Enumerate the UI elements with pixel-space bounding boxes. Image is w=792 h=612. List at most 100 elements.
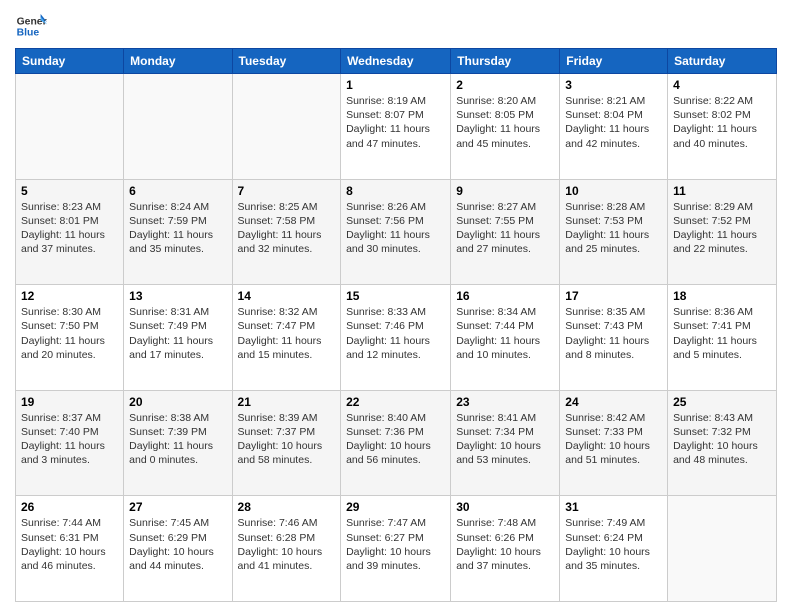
day-number: 11: [673, 184, 771, 198]
logo: General Blue: [15, 10, 47, 42]
week-row-2: 5Sunrise: 8:23 AM Sunset: 8:01 PM Daylig…: [16, 179, 777, 285]
weekday-header-tuesday: Tuesday: [232, 49, 341, 74]
calendar-cell: 29Sunrise: 7:47 AM Sunset: 6:27 PM Dayli…: [341, 496, 451, 602]
calendar-cell: 2 Sunrise: 8:20 AM Sunset: 8:05 PM Daylig…: [451, 74, 560, 180]
weekday-header-wednesday: Wednesday: [341, 49, 451, 74]
day-info: Sunrise: 8:28 AM Sunset: 7:53 PM Dayligh…: [565, 200, 662, 257]
day-number: 16: [456, 289, 554, 303]
calendar-cell: 7 Sunrise: 8:25 AM Sunset: 7:58 PM Daylig…: [232, 179, 341, 285]
day-info: Sunrise: 7:45 AM Sunset: 6:29 PM Dayligh…: [129, 516, 226, 573]
day-info: Sunrise: 8:27 AM Sunset: 7:55 PM Dayligh…: [456, 200, 554, 257]
day-number: 24: [565, 395, 662, 409]
day-number: 23: [456, 395, 554, 409]
day-info: Sunrise: 8:32 AM Sunset: 7:47 PM Dayligh…: [238, 305, 336, 362]
day-info: Sunrise: 8:30 AM Sunset: 7:50 PM Dayligh…: [21, 305, 118, 362]
calendar-cell: 30 Sunrise: 7:48 AM Sunset: 6:26 PM Dayli…: [451, 496, 560, 602]
calendar-cell: 16 Sunrise: 8:34 AM Sunset: 7:44 PM Dayli…: [451, 285, 560, 391]
week-row-5: 26Sunrise: 7:44 AM Sunset: 6:31 PM Dayli…: [16, 496, 777, 602]
weekday-header-sunday: Sunday: [16, 49, 124, 74]
day-number: 21: [238, 395, 336, 409]
day-number: 25: [673, 395, 771, 409]
calendar-cell: 31 Sunrise: 7:49 AM Sunset: 6:24 PM Dayli…: [560, 496, 668, 602]
calendar-cell: 14 Sunrise: 8:32 AM Sunset: 7:47 PM Dayli…: [232, 285, 341, 391]
calendar-cell: 24 Sunrise: 8:42 AM Sunset: 7:33 PM Dayli…: [560, 390, 668, 496]
day-info: Sunrise: 8:35 AM Sunset: 7:43 PM Dayligh…: [565, 305, 662, 362]
day-number: 22: [346, 395, 445, 409]
calendar-cell: 19 Sunrise: 8:37 AM Sunset: 7:40 PM Dayli…: [16, 390, 124, 496]
day-info: Sunrise: 8:20 AM Sunset: 8:05 PM Dayligh…: [456, 94, 554, 151]
day-info: Sunrise: 8:24 AM Sunset: 7:59 PM Dayligh…: [129, 200, 226, 257]
day-number: 6: [129, 184, 226, 198]
day-info: Sunrise: 8:41 AM Sunset: 7:34 PM Dayligh…: [456, 411, 554, 468]
calendar-cell: [124, 74, 232, 180]
day-info: Sunrise: 8:26 AM Sunset: 7:56 PM Dayligh…: [346, 200, 445, 257]
day-number: 19: [21, 395, 118, 409]
day-info: Sunrise: 7:46 AM Sunset: 6:28 PM Dayligh…: [238, 516, 336, 573]
day-number: 4: [673, 78, 771, 92]
calendar-cell: 9 Sunrise: 8:27 AM Sunset: 7:55 PM Daylig…: [451, 179, 560, 285]
header: General Blue: [15, 10, 777, 42]
day-number: 2: [456, 78, 554, 92]
day-info: Sunrise: 8:36 AM Sunset: 7:41 PM Dayligh…: [673, 305, 771, 362]
day-number: 29: [346, 500, 445, 514]
day-info: Sunrise: 8:23 AM Sunset: 8:01 PM Dayligh…: [21, 200, 118, 257]
calendar-cell: 28 Sunrise: 7:46 AM Sunset: 6:28 PM Dayli…: [232, 496, 341, 602]
day-info: Sunrise: 8:25 AM Sunset: 7:58 PM Dayligh…: [238, 200, 336, 257]
day-info: Sunrise: 7:48 AM Sunset: 6:26 PM Dayligh…: [456, 516, 554, 573]
day-info: Sunrise: 7:49 AM Sunset: 6:24 PM Dayligh…: [565, 516, 662, 573]
day-number: 8: [346, 184, 445, 198]
calendar-cell: [232, 74, 341, 180]
day-number: 14: [238, 289, 336, 303]
calendar-cell: 8 Sunrise: 8:26 AM Sunset: 7:56 PM Daylig…: [341, 179, 451, 285]
weekday-header-saturday: Saturday: [668, 49, 777, 74]
calendar-cell: 12 Sunrise: 8:30 AM Sunset: 7:50 PM Dayli…: [16, 285, 124, 391]
week-row-4: 19 Sunrise: 8:37 AM Sunset: 7:40 PM Dayli…: [16, 390, 777, 496]
calendar-cell: [668, 496, 777, 602]
day-info: Sunrise: 8:42 AM Sunset: 7:33 PM Dayligh…: [565, 411, 662, 468]
day-info: Sunrise: 8:40 AM Sunset: 7:36 PM Dayligh…: [346, 411, 445, 468]
day-number: 12: [21, 289, 118, 303]
day-number: 9: [456, 184, 554, 198]
weekday-header-thursday: Thursday: [451, 49, 560, 74]
calendar-cell: 3Sunrise: 8:21 AM Sunset: 8:04 PM Daylig…: [560, 74, 668, 180]
calendar-cell: 1 Sunrise: 8:19 AM Sunset: 8:07 PM Daylig…: [341, 74, 451, 180]
day-number: 20: [129, 395, 226, 409]
day-info: Sunrise: 8:29 AM Sunset: 7:52 PM Dayligh…: [673, 200, 771, 257]
calendar-cell: 15 Sunrise: 8:33 AM Sunset: 7:46 PM Dayli…: [341, 285, 451, 391]
calendar-cell: 6 Sunrise: 8:24 AM Sunset: 7:59 PM Daylig…: [124, 179, 232, 285]
calendar-cell: 18Sunrise: 8:36 AM Sunset: 7:41 PM Dayli…: [668, 285, 777, 391]
calendar-cell: 25Sunrise: 8:43 AM Sunset: 7:32 PM Dayli…: [668, 390, 777, 496]
day-info: Sunrise: 8:31 AM Sunset: 7:49 PM Dayligh…: [129, 305, 226, 362]
calendar-cell: 11 Sunrise: 8:29 AM Sunset: 7:52 PM Dayli…: [668, 179, 777, 285]
day-info: Sunrise: 8:19 AM Sunset: 8:07 PM Dayligh…: [346, 94, 445, 151]
week-row-3: 12 Sunrise: 8:30 AM Sunset: 7:50 PM Dayli…: [16, 285, 777, 391]
svg-text:Blue: Blue: [17, 28, 40, 39]
day-number: 30: [456, 500, 554, 514]
day-number: 7: [238, 184, 336, 198]
day-info: Sunrise: 8:34 AM Sunset: 7:44 PM Dayligh…: [456, 305, 554, 362]
day-number: 10: [565, 184, 662, 198]
calendar-cell: 21 Sunrise: 8:39 AM Sunset: 7:37 PM Dayli…: [232, 390, 341, 496]
calendar-cell: 20 Sunrise: 8:38 AM Sunset: 7:39 PM Dayli…: [124, 390, 232, 496]
day-number: 27: [129, 500, 226, 514]
day-info: Sunrise: 8:38 AM Sunset: 7:39 PM Dayligh…: [129, 411, 226, 468]
day-number: 17: [565, 289, 662, 303]
day-info: Sunrise: 8:21 AM Sunset: 8:04 PM Dayligh…: [565, 94, 662, 151]
week-row-1: 1 Sunrise: 8:19 AM Sunset: 8:07 PM Daylig…: [16, 74, 777, 180]
day-number: 15: [346, 289, 445, 303]
calendar-cell: [16, 74, 124, 180]
calendar-cell: 23 Sunrise: 8:41 AM Sunset: 7:34 PM Dayli…: [451, 390, 560, 496]
generalblue-logo-icon: General Blue: [15, 10, 47, 42]
calendar-cell: 5Sunrise: 8:23 AM Sunset: 8:01 PM Daylig…: [16, 179, 124, 285]
calendar-cell: 27 Sunrise: 7:45 AM Sunset: 6:29 PM Dayli…: [124, 496, 232, 602]
calendar-cell: 4Sunrise: 8:22 AM Sunset: 8:02 PM Daylig…: [668, 74, 777, 180]
day-number: 28: [238, 500, 336, 514]
day-number: 1: [346, 78, 445, 92]
calendar-cell: 22 Sunrise: 8:40 AM Sunset: 7:36 PM Dayli…: [341, 390, 451, 496]
day-info: Sunrise: 7:44 AM Sunset: 6:31 PM Dayligh…: [21, 516, 118, 573]
day-info: Sunrise: 8:33 AM Sunset: 7:46 PM Dayligh…: [346, 305, 445, 362]
day-info: Sunrise: 8:37 AM Sunset: 7:40 PM Dayligh…: [21, 411, 118, 468]
day-number: 31: [565, 500, 662, 514]
day-info: Sunrise: 8:39 AM Sunset: 7:37 PM Dayligh…: [238, 411, 336, 468]
calendar-cell: 26Sunrise: 7:44 AM Sunset: 6:31 PM Dayli…: [16, 496, 124, 602]
